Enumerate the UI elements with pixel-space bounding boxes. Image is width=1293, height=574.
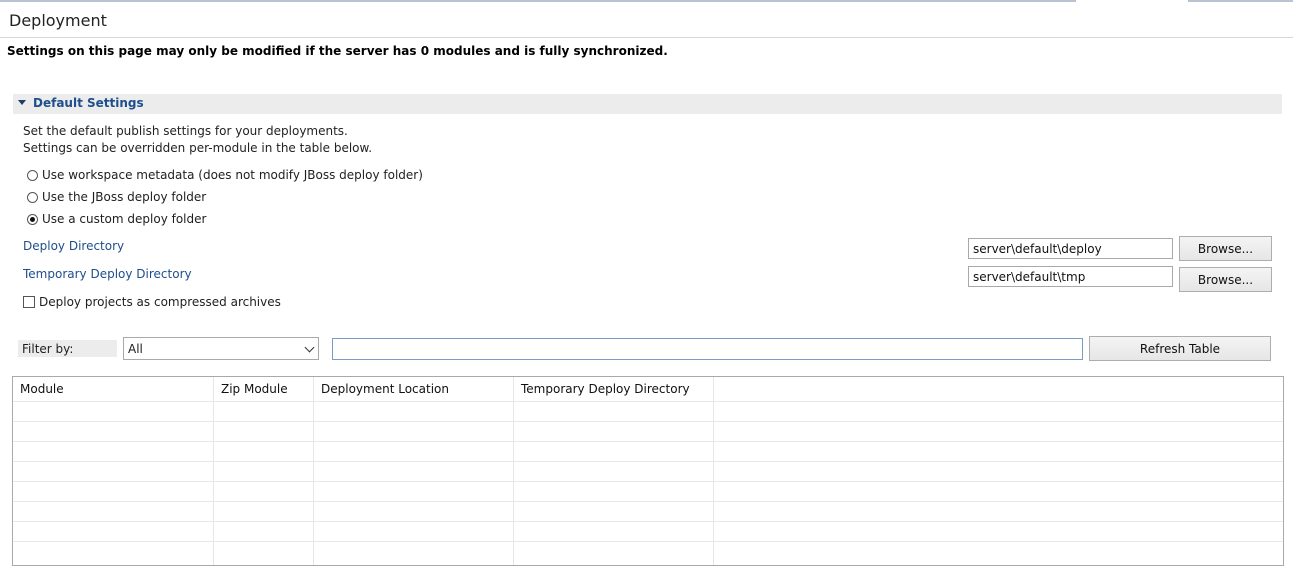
section-description-line-2: Settings can be overridden per-module in… — [23, 141, 373, 155]
chevron-down-icon[interactable] — [18, 100, 26, 105]
table-row[interactable] — [13, 461, 1283, 481]
radio-label: Use workspace metadata (does not modify … — [42, 168, 423, 182]
temporary-deploy-directory-label: Temporary Deploy Directory — [23, 267, 192, 281]
table-row[interactable] — [13, 541, 1283, 561]
section-title[interactable]: Default Settings — [33, 96, 144, 110]
filter-by-select[interactable]: All — [123, 337, 319, 360]
checkbox-label: Deploy projects as compressed archives — [39, 295, 281, 309]
page-header: Deployment — [0, 2, 1293, 38]
table-row[interactable] — [13, 501, 1283, 521]
column-header-module[interactable]: Module — [13, 377, 214, 401]
column-header-zip-module[interactable]: Zip Module — [214, 377, 314, 401]
table-row[interactable] — [13, 401, 1283, 421]
radio-button[interactable] — [27, 191, 38, 203]
radio-workspace-metadata[interactable]: Use workspace metadata (does not modify … — [27, 167, 423, 183]
filter-selected-value: All — [128, 342, 143, 356]
table-row[interactable] — [13, 521, 1283, 541]
default-settings-section-header[interactable]: Default Settings — [13, 94, 1282, 114]
compress-archives-option[interactable]: Deploy projects as compressed archives — [23, 295, 281, 309]
radio-custom-deploy-folder[interactable]: Use a custom deploy folder — [27, 211, 206, 227]
radio-jboss-deploy-folder[interactable]: Use the JBoss deploy folder — [27, 189, 206, 205]
radio-label: Use the JBoss deploy folder — [42, 190, 207, 204]
radio-button-selected[interactable] — [27, 213, 38, 225]
temporary-deploy-directory-browse-button[interactable]: Browse... — [1179, 267, 1272, 292]
section-description-line-1: Set the default publish settings for you… — [23, 124, 348, 138]
compress-archives-checkbox[interactable] — [23, 296, 35, 308]
deploy-directory-label: Deploy Directory — [23, 239, 125, 253]
table-row[interactable] — [13, 421, 1283, 441]
filter-text-input[interactable] — [332, 338, 1083, 360]
modules-table[interactable]: Module Zip Module Deployment Location Te… — [12, 376, 1284, 566]
filter-by-label: Filter by: — [18, 340, 117, 357]
column-header-temporary-deploy-directory[interactable]: Temporary Deploy Directory — [514, 377, 714, 401]
table-row[interactable] — [13, 441, 1283, 461]
refresh-table-button[interactable]: Refresh Table — [1089, 336, 1271, 361]
deployment-page: Deployment Settings on this page may onl… — [0, 0, 1293, 574]
chevron-down-icon[interactable] — [304, 342, 315, 353]
deploy-directory-field[interactable]: server\default\deploy — [968, 238, 1173, 259]
deploy-directory-browse-button[interactable]: Browse... — [1179, 236, 1272, 261]
radio-label: Use a custom deploy folder — [42, 212, 207, 226]
sync-notice: Settings on this page may only be modifi… — [7, 44, 668, 58]
table-header: Module Zip Module Deployment Location Te… — [13, 377, 1283, 401]
column-header-deployment-location[interactable]: Deployment Location — [314, 377, 514, 401]
table-row[interactable] — [13, 481, 1283, 501]
page-title: Deployment — [9, 11, 107, 30]
temporary-deploy-directory-field[interactable]: server\default\tmp — [968, 266, 1173, 287]
radio-button[interactable] — [27, 169, 38, 181]
